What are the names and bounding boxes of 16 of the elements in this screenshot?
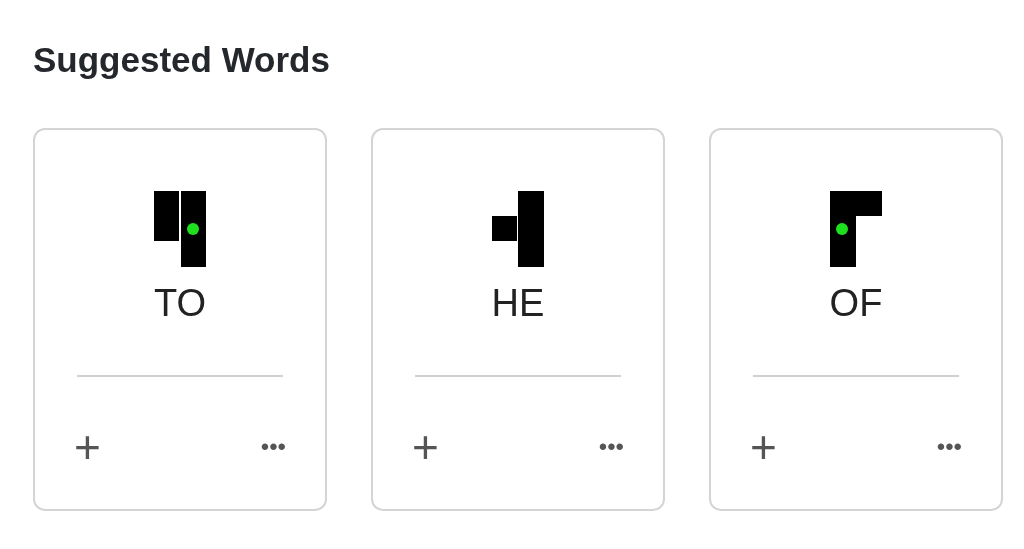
add-button[interactable]: + [746,427,781,467]
add-button[interactable]: + [408,427,443,467]
more-button[interactable]: ••• [594,427,628,467]
glyph-icon [154,191,206,267]
word-label: HE [491,281,545,325]
section-title: Suggested Words [33,39,331,81]
word-card[interactable]: TO + ••• [33,128,327,511]
add-button[interactable]: + [70,427,105,467]
glyph-icon [830,191,882,267]
word-card[interactable]: HE + ••• [371,128,665,511]
word-card[interactable]: OF + ••• [709,128,1003,511]
word-label: OF [829,281,883,325]
glyph-icon [492,191,544,267]
more-button[interactable]: ••• [932,427,966,467]
more-button[interactable]: ••• [256,427,290,467]
word-label: TO [153,281,207,325]
